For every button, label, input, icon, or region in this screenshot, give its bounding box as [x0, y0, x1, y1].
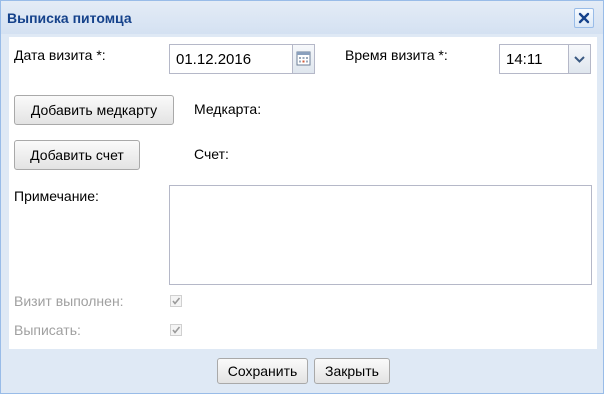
window-title: Выписка питомца	[7, 10, 132, 26]
medcard-label: Медкарта:	[194, 101, 262, 117]
chevron-down-icon	[574, 56, 585, 63]
invoice-label: Счет:	[194, 146, 229, 162]
visit-date-field[interactable]: 01.12.2016	[169, 44, 315, 74]
visit-time-value: 14:11	[506, 51, 543, 68]
discharge-label: Выписать:	[14, 322, 81, 338]
visit-date-label: Дата визита *:	[14, 47, 106, 63]
note-textarea[interactable]	[169, 185, 592, 285]
close-window-button[interactable]	[574, 8, 594, 28]
note-label: Примечание:	[14, 188, 99, 204]
discharge-checkbox[interactable]	[170, 324, 182, 336]
window-titlebar[interactable]: Выписка питомца	[1, 1, 603, 34]
close-icon	[578, 12, 590, 24]
date-picker-button[interactable]	[292, 44, 315, 74]
visit-date-value: 01.12.2016	[176, 51, 252, 68]
form-body: Дата визита *: 01.12.2016 Время визита *…	[9, 37, 597, 349]
calendar-icon	[296, 51, 311, 66]
save-button[interactable]: Сохранить	[217, 358, 308, 384]
check-icon	[172, 297, 181, 305]
visit-done-label: Визит выполнен:	[14, 293, 124, 309]
visit-done-checkbox[interactable]	[170, 295, 182, 307]
visit-time-select[interactable]: 14:11	[499, 44, 591, 74]
add-medcard-button[interactable]: Добавить медкарту	[14, 95, 174, 125]
pet-discharge-window: Выписка питомца Дата визита *: 01.12.201…	[0, 0, 604, 394]
check-icon	[172, 326, 181, 334]
time-dropdown-button[interactable]	[568, 44, 591, 74]
visit-time-label: Время визита *:	[345, 47, 448, 63]
add-invoice-button[interactable]: Добавить счет	[14, 140, 140, 170]
close-button[interactable]: Закрыть	[314, 358, 390, 384]
